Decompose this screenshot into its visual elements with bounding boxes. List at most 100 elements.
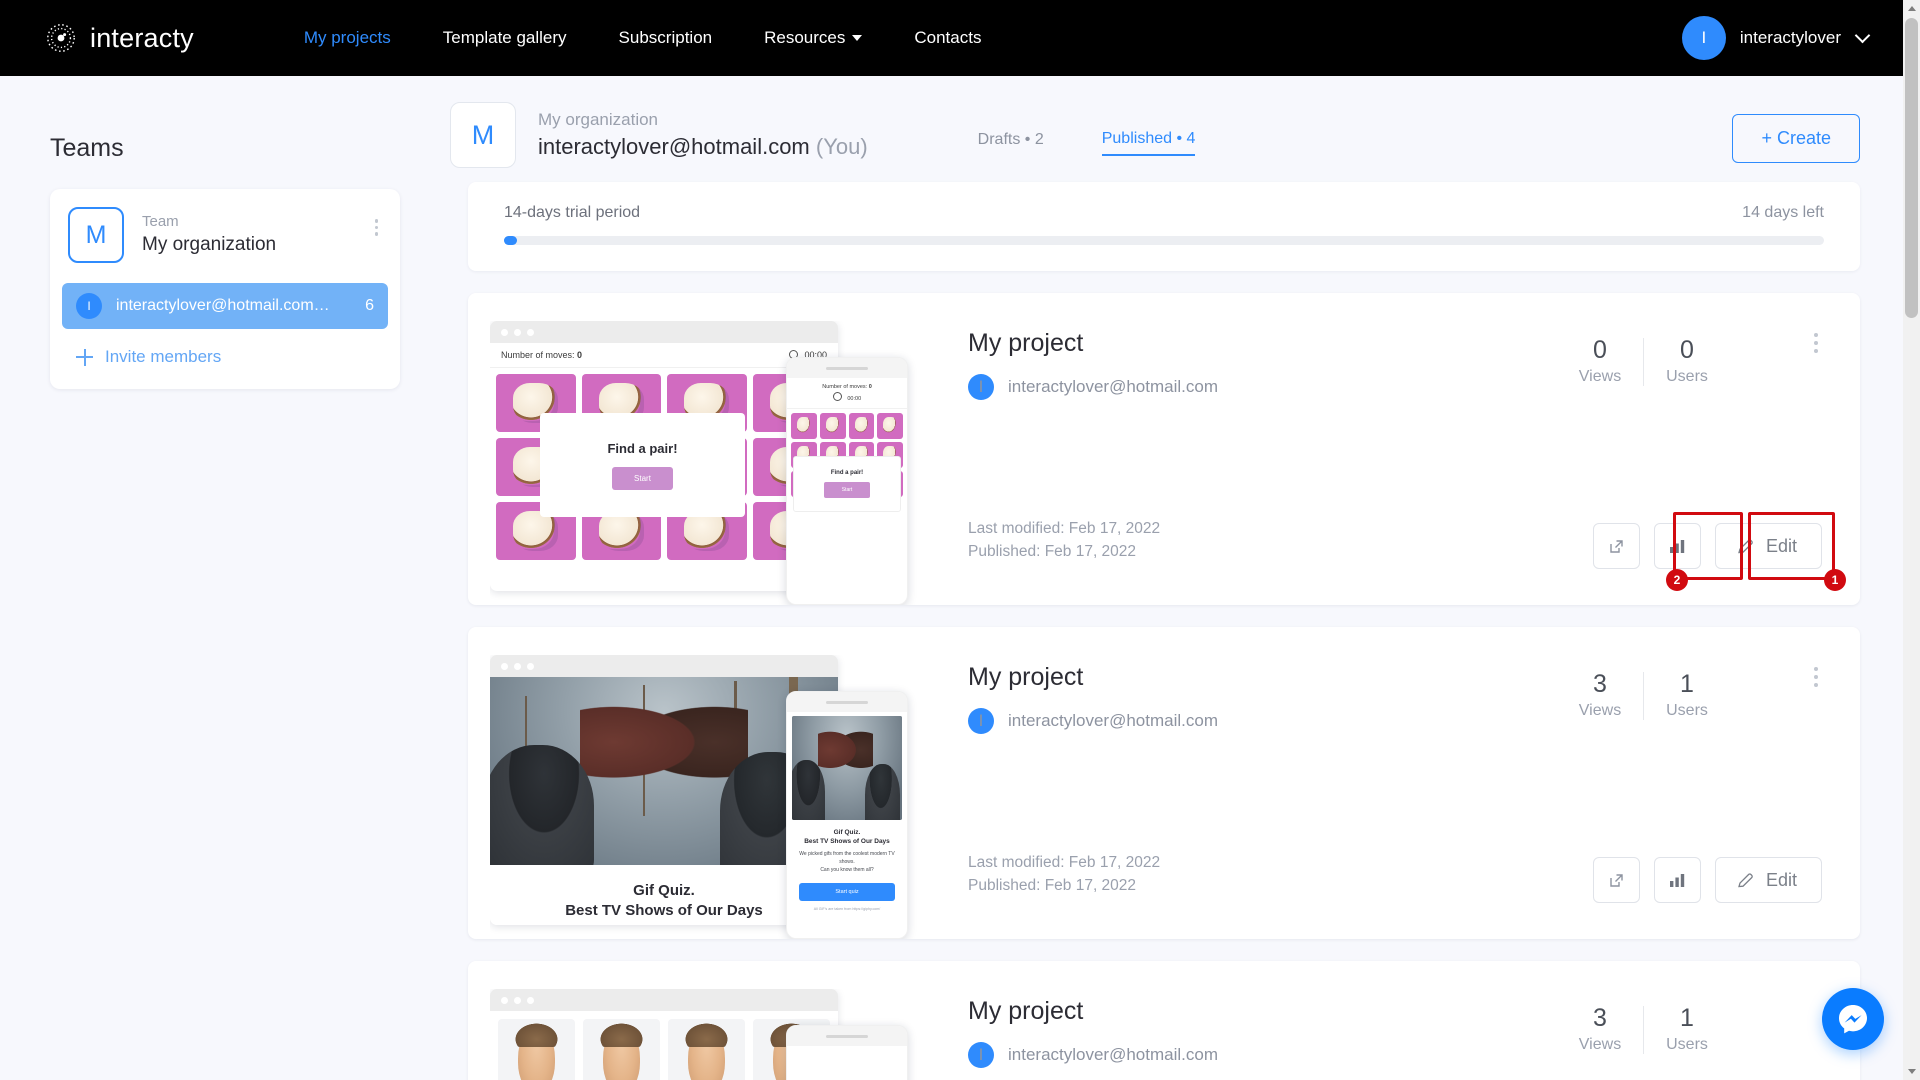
edit-button[interactable]: Edit — [1714, 857, 1822, 903]
project-last-modified: Last modified: Feb 17, 2022 — [968, 854, 1161, 871]
member-avatar: I — [76, 293, 102, 319]
memory-game-modal-title: Find a pair! — [607, 440, 678, 456]
filter-published[interactable]: Published • 4 — [1101, 130, 1196, 156]
views-stat: 3 Views — [1557, 669, 1643, 723]
project-options-kebab-icon[interactable] — [1810, 663, 1822, 691]
views-count: 3 — [1593, 1004, 1607, 1032]
nav-item-subscription[interactable]: Subscription — [593, 28, 739, 48]
project-card[interactable]: My project I interactylover@hotmail.com … — [468, 961, 1860, 1080]
browser-dot-icon — [514, 996, 521, 1004]
memory-game-mobile-modal-title: Find a pair! — [830, 470, 864, 476]
users-count: 1 — [1680, 1004, 1694, 1032]
messenger-icon — [1839, 1005, 1867, 1034]
project-thumbnail — [490, 989, 920, 1080]
memory-card-tile — [877, 413, 903, 439]
phone-status-bar — [787, 1026, 907, 1046]
bar-chart-icon — [1669, 539, 1685, 553]
memory-game-start-button: Start — [612, 466, 673, 490]
views-label: Views — [1578, 368, 1622, 385]
timer-value-mobile: 00:00 — [847, 396, 862, 402]
plus-icon — [76, 348, 93, 366]
users-count: 0 — [1680, 336, 1694, 364]
trial-label: 14-days trial period — [504, 204, 641, 221]
user-name: interactylover — [1739, 28, 1841, 47]
filter-drafts[interactable]: Drafts • 2 — [978, 131, 1044, 155]
member-email: interactylover@hotmail.com… — [116, 297, 330, 314]
quiz-title-line1-mobile: Gif Quiz. — [833, 829, 861, 836]
users-stat: 1 Users — [1644, 669, 1730, 723]
browser-dot-icon — [514, 662, 521, 670]
team-avatar: M — [68, 207, 124, 263]
trial-days-left: 14 days left — [1742, 204, 1824, 221]
thumbnail-mobile-preview: Number of moves: 0 00:00 Find a pair! St… — [786, 357, 908, 605]
quiz-footnote-mobile: All GIF's are taken from https://giphy.c… — [813, 906, 881, 911]
nav-item-contacts[interactable]: Contacts — [888, 28, 1007, 48]
views-stat: 0 Views — [1557, 335, 1643, 389]
memory-game-mobile-header: Number of moves: 0 00:00 — [787, 378, 907, 409]
project-owner-email: interactylover@hotmail.com — [1008, 711, 1218, 730]
user-menu[interactable]: I interactylover — [1681, 0, 1871, 76]
thumbnail-mobile-preview: Gif Quiz. Best TV Shows of Our Days We p… — [786, 691, 908, 939]
browser-dot-icon — [514, 328, 521, 336]
edit-button[interactable]: Edit — [1714, 523, 1822, 569]
organization-avatar: M — [450, 102, 516, 168]
nav-item-template-gallery[interactable]: Template gallery — [417, 28, 593, 48]
memory-card-tile — [791, 413, 817, 439]
pencil-icon — [1738, 538, 1753, 553]
external-link-icon — [1610, 873, 1623, 887]
users-label: Users — [1666, 702, 1708, 719]
project-published-date: Published: Feb 17, 2022 — [968, 877, 1137, 894]
page-scrollbar[interactable] — [1903, 0, 1920, 1080]
nav-item-resources[interactable]: Resources — [738, 28, 888, 48]
external-link-icon — [1610, 539, 1623, 553]
quiz-description-line2-mobile: Can you know them all? — [820, 867, 874, 873]
scrollbar-up-arrow-icon[interactable] — [1903, 0, 1920, 17]
users-stat: 1 Users — [1644, 1003, 1730, 1057]
memory-game-mobile-modal: Find a pair! Start — [793, 456, 901, 512]
browser-dot-icon — [501, 328, 508, 336]
pencil-icon — [1738, 872, 1753, 887]
browser-title-bar — [490, 321, 838, 343]
project-last-modified: Last modified: Feb 17, 2022 — [968, 520, 1161, 537]
team-card: M Team My organization I interactylover@… — [50, 189, 400, 389]
moves-value: 0 — [577, 350, 583, 360]
edit-button-label: Edit — [1765, 535, 1797, 556]
nav-item-my-projects[interactable]: My projects — [278, 28, 417, 48]
views-count: 0 — [1593, 336, 1607, 364]
messenger-chat-button[interactable] — [1822, 988, 1884, 1050]
project-card[interactable]: Number of moves: 0 00:00 Find a pair! St… — [468, 293, 1860, 605]
trial-progress-track — [504, 236, 1824, 245]
users-label: Users — [1666, 1036, 1708, 1053]
organization-you-label: (You) — [815, 134, 868, 159]
timer-icon — [832, 392, 842, 401]
quiz-title-line2: Best TV Shows of Our Days — [565, 902, 763, 919]
create-button[interactable]: + Create — [1732, 114, 1860, 163]
statistics-button[interactable] — [1653, 523, 1701, 569]
scrollbar-thumb[interactable] — [1905, 18, 1918, 318]
scrollbar-down-arrow-icon[interactable] — [1903, 1063, 1920, 1080]
memory-card-tile — [819, 413, 846, 439]
chevron-down-icon — [1854, 27, 1871, 44]
page-title: Teams — [50, 134, 124, 162]
users-count: 1 — [1680, 670, 1694, 698]
open-project-button[interactable] — [1592, 523, 1640, 569]
users-stat: 0 Users — [1644, 335, 1730, 389]
sidebar-member-item[interactable]: I interactylover@hotmail.com… 6 — [62, 283, 388, 329]
brand-logo[interactable]: interacty — [44, 21, 194, 55]
quiz-title-line1: Gif Quiz. — [633, 882, 695, 899]
statistics-button[interactable] — [1653, 857, 1701, 903]
team-options-kebab-icon[interactable] — [371, 215, 383, 240]
project-options-kebab-icon[interactable] — [1810, 329, 1822, 357]
phone-notch-icon — [826, 366, 868, 370]
top-navigation-bar: interacty My projects Template gallery S… — [0, 0, 1920, 76]
quiz-description-line1-mobile: We picked gifs from the coolest modern T… — [799, 851, 895, 865]
open-project-button[interactable] — [1592, 857, 1640, 903]
project-dates: Last modified: Feb 17, 2022 Published: F… — [968, 851, 1160, 897]
project-stats: 3 Views 1 Users — [1557, 669, 1730, 723]
project-published-date: Published: Feb 17, 2022 — [968, 543, 1137, 560]
project-card[interactable]: Gif Quiz. Best TV Shows of Our Days We p… — [468, 627, 1860, 939]
invite-members-button[interactable]: Invite members — [76, 347, 400, 367]
member-project-count: 6 — [365, 297, 374, 314]
chevron-down-icon — [852, 35, 863, 41]
browser-dot-icon — [527, 996, 534, 1004]
